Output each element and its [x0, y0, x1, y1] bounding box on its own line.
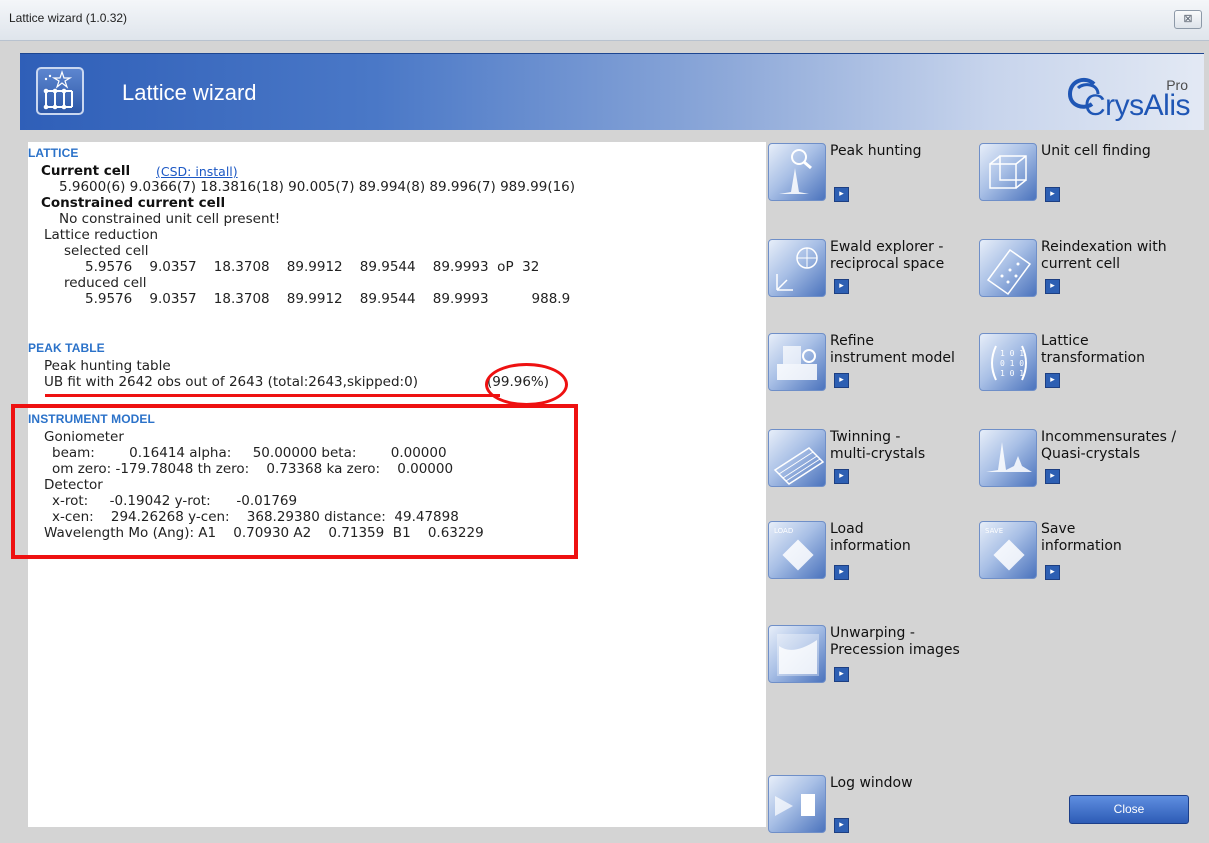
lattice-reduction-label: Lattice reduction: [44, 227, 159, 243]
instrument-icon[interactable]: [768, 333, 826, 391]
unit-cell-icon[interactable]: [979, 143, 1037, 201]
unwarp-icon[interactable]: [768, 625, 826, 683]
annotation-ellipse: [485, 363, 568, 406]
twinning-arrow-icon[interactable]: ▸: [834, 469, 849, 484]
svg-text:0 1 0: 0 1 0: [1000, 359, 1024, 368]
save-badge: SAVE: [985, 527, 1003, 535]
crysalis-logo: Pro CrysAlis: [1060, 72, 1191, 122]
lattice-wizard-icon: [36, 67, 84, 115]
window-title: Lattice wizard (1.0.32): [9, 11, 128, 25]
reindexation-arrow-icon[interactable]: ▸: [1045, 279, 1060, 294]
log-window-label[interactable]: Log window: [830, 775, 913, 792]
peak-hunting-icon[interactable]: [768, 143, 826, 201]
logo-name: CrysAlis: [1084, 89, 1191, 122]
load-icon[interactable]: LOAD: [768, 521, 826, 579]
constrained-cell-message: No constrained unit cell present!: [59, 211, 281, 227]
window-titlebar: Lattice wizard (1.0.32) ⊠: [0, 0, 1209, 41]
unit-cell-finding-label[interactable]: Unit cell finding: [1041, 143, 1151, 160]
svg-text:1 0 1: 1 0 1: [1000, 369, 1024, 378]
annotation-rectangle: [11, 404, 578, 559]
constrained-cell-label: Constrained current cell: [41, 195, 226, 211]
lattice-heading: LATTICE: [28, 146, 79, 160]
unwarping-label[interactable]: Unwarping - Precession images: [830, 625, 960, 659]
annotation-underline: [45, 394, 500, 397]
save-arrow-icon[interactable]: ▸: [1045, 565, 1060, 580]
unit-cell-arrow-icon[interactable]: ▸: [1045, 187, 1060, 202]
peak-hunting-label[interactable]: Peak hunting: [830, 143, 921, 160]
close-button[interactable]: Close: [1069, 795, 1189, 824]
peak-hunting-arrow-icon[interactable]: ▸: [834, 187, 849, 202]
refine-instrument-label[interactable]: Refine instrument model: [830, 333, 955, 367]
lattice-transformation-label[interactable]: Lattice transformation: [1041, 333, 1145, 367]
selected-cell-values: 5.9576 9.0357 18.3708 89.9912 89.9544 89…: [85, 259, 540, 275]
peak-table-heading: PEAK TABLE: [28, 341, 105, 355]
incommensurate-icon[interactable]: [979, 429, 1037, 487]
incommensurates-label[interactable]: Incommensurates / Quasi-crystals: [1041, 429, 1176, 463]
save-icon[interactable]: SAVE: [979, 521, 1037, 579]
reduced-cell-values: 5.9576 9.0357 18.3708 89.9912 89.9544 89…: [85, 291, 571, 307]
wizard-banner: Lattice wizard Pro CrysAlis: [20, 53, 1204, 130]
banner-title: Lattice wizard: [122, 80, 257, 105]
twinning-icon[interactable]: [768, 429, 826, 487]
ewald-explorer-label[interactable]: Ewald explorer - reciprocal space: [830, 239, 944, 273]
save-information-label[interactable]: Save information: [1041, 521, 1122, 555]
svg-text:1 0 1: 1 0 1: [1000, 349, 1024, 358]
log-icon[interactable]: [768, 775, 826, 833]
current-cell-label: Current cell: [41, 163, 131, 179]
ewald-icon[interactable]: [768, 239, 826, 297]
reindexation-label[interactable]: Reindexation with current cell: [1041, 239, 1167, 273]
matrix-icon[interactable]: 1 0 10 1 01 0 1: [979, 333, 1037, 391]
window-close-button[interactable]: ⊠: [1174, 10, 1202, 29]
refine-instrument-arrow-icon[interactable]: ▸: [834, 373, 849, 388]
unwarping-arrow-icon[interactable]: ▸: [834, 667, 849, 682]
selected-cell-label: selected cell: [64, 243, 149, 259]
load-information-label[interactable]: Load information: [830, 521, 911, 555]
current-cell-values: 5.9600(6) 9.0366(7) 18.3816(18) 90.005(7…: [59, 179, 576, 195]
ewald-arrow-icon[interactable]: ▸: [834, 279, 849, 294]
csd-install-link[interactable]: (CSD: install): [156, 164, 238, 180]
reduced-cell-label: reduced cell: [64, 275, 147, 291]
twinning-label[interactable]: Twinning - multi-crystals: [830, 429, 925, 463]
log-window-arrow-icon[interactable]: ▸: [834, 818, 849, 833]
load-badge: LOAD: [774, 527, 793, 535]
lattice-transformation-arrow-icon[interactable]: ▸: [1045, 373, 1060, 388]
reindex-icon[interactable]: [979, 239, 1037, 297]
incommensurates-arrow-icon[interactable]: ▸: [1045, 469, 1060, 484]
peak-table-name: Peak hunting table: [44, 358, 171, 374]
load-arrow-icon[interactable]: ▸: [834, 565, 849, 580]
ub-fit-line: UB fit with 2642 obs out of 2643 (total:…: [44, 374, 418, 390]
